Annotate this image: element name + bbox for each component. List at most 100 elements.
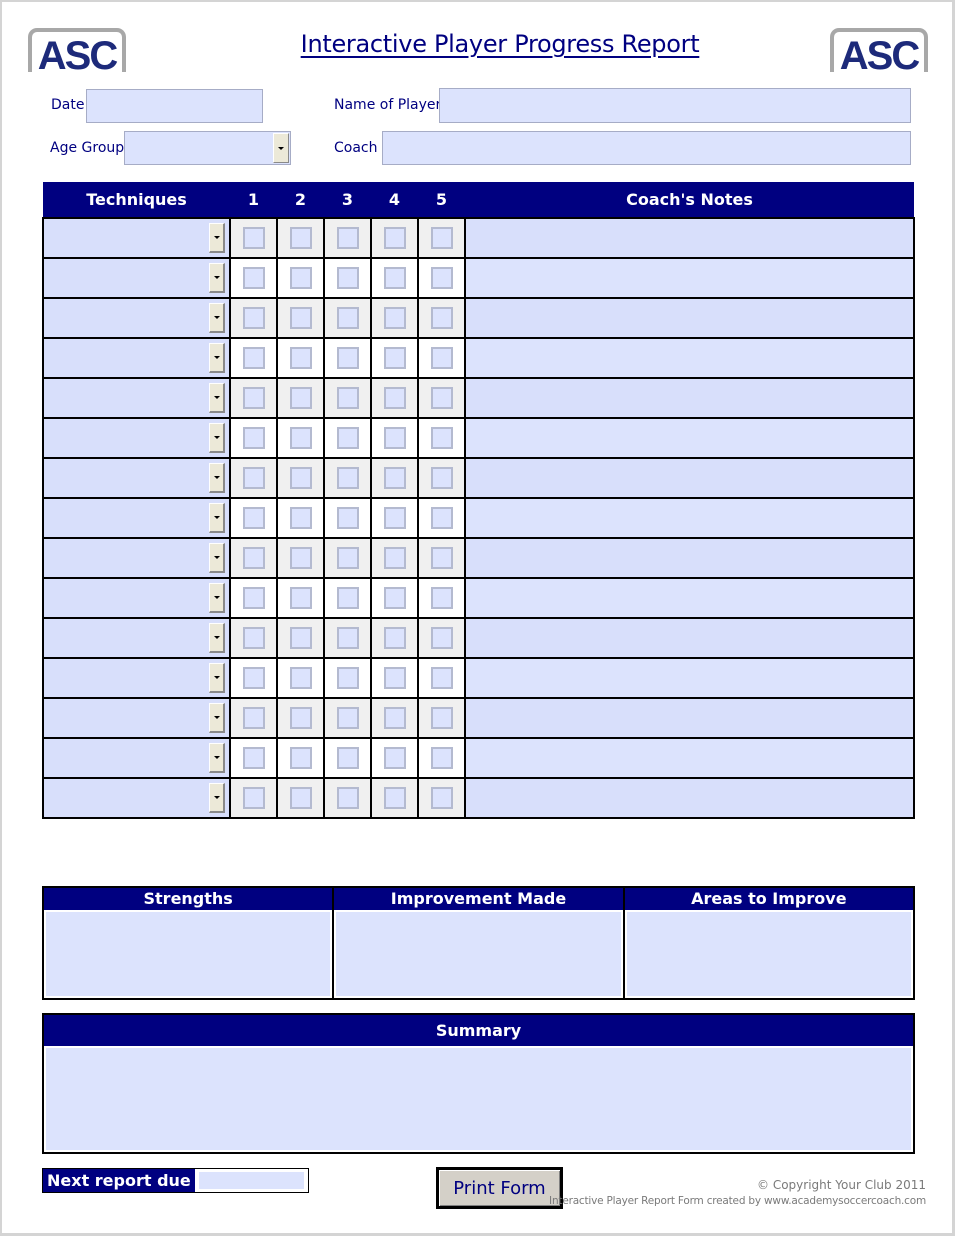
rating-checkbox-3[interactable]: [336, 387, 359, 409]
technique-dropdown-button[interactable]: [209, 703, 225, 733]
rating-checkbox-4[interactable]: [383, 347, 406, 369]
rating-checkbox-3[interactable]: [336, 747, 359, 769]
technique-dropdown-button[interactable]: [209, 263, 225, 293]
rating-checkbox-4[interactable]: [383, 387, 406, 409]
rating-checkbox-3[interactable]: [336, 587, 359, 609]
rating-checkbox-2[interactable]: [289, 707, 312, 729]
coach-notes-field[interactable]: [464, 737, 915, 779]
rating-checkbox-1[interactable]: [242, 667, 265, 689]
rating-checkbox-2[interactable]: [289, 467, 312, 489]
technique-dropdown-button[interactable]: [209, 223, 225, 253]
print-form-button[interactable]: Print Form: [436, 1167, 563, 1209]
technique-dropdown-button[interactable]: [209, 663, 225, 693]
technique-select[interactable]: [42, 457, 231, 499]
coach-notes-field[interactable]: [464, 657, 915, 699]
technique-select[interactable]: [42, 657, 231, 699]
technique-select[interactable]: [42, 377, 231, 419]
rating-checkbox-5[interactable]: [430, 467, 453, 489]
player-name-field[interactable]: [439, 88, 911, 123]
technique-select[interactable]: [42, 697, 231, 739]
technique-dropdown-button[interactable]: [209, 583, 225, 613]
rating-checkbox-4[interactable]: [383, 747, 406, 769]
technique-dropdown-button[interactable]: [209, 623, 225, 653]
rating-checkbox-5[interactable]: [430, 267, 453, 289]
rating-checkbox-2[interactable]: [289, 547, 312, 569]
technique-dropdown-button[interactable]: [209, 503, 225, 533]
technique-select[interactable]: [42, 577, 231, 619]
rating-checkbox-5[interactable]: [430, 547, 453, 569]
rating-checkbox-1[interactable]: [242, 227, 265, 249]
rating-checkbox-4[interactable]: [383, 507, 406, 529]
technique-select[interactable]: [42, 737, 231, 779]
next-report-due-field[interactable]: [198, 1172, 304, 1189]
rating-checkbox-1[interactable]: [242, 427, 265, 449]
rating-checkbox-5[interactable]: [430, 667, 453, 689]
rating-checkbox-3[interactable]: [336, 467, 359, 489]
rating-checkbox-4[interactable]: [383, 587, 406, 609]
technique-dropdown-button[interactable]: [209, 343, 225, 373]
rating-checkbox-4[interactable]: [383, 307, 406, 329]
rating-checkbox-1[interactable]: [242, 707, 265, 729]
rating-checkbox-2[interactable]: [289, 667, 312, 689]
rating-checkbox-2[interactable]: [289, 627, 312, 649]
rating-checkbox-2[interactable]: [289, 227, 312, 249]
summary-textarea[interactable]: [46, 1048, 911, 1150]
rating-checkbox-1[interactable]: [242, 307, 265, 329]
rating-checkbox-1[interactable]: [242, 467, 265, 489]
rating-checkbox-2[interactable]: [289, 307, 312, 329]
age-group-select[interactable]: [124, 131, 291, 165]
coach-notes-field[interactable]: [464, 297, 915, 339]
strengths-textarea[interactable]: [46, 912, 331, 996]
coach-notes-field[interactable]: [464, 337, 915, 379]
rating-checkbox-5[interactable]: [430, 307, 453, 329]
rating-checkbox-4[interactable]: [383, 227, 406, 249]
rating-checkbox-1[interactable]: [242, 787, 265, 809]
technique-select[interactable]: [42, 257, 231, 299]
rating-checkbox-1[interactable]: [242, 747, 265, 769]
rating-checkbox-5[interactable]: [430, 587, 453, 609]
technique-dropdown-button[interactable]: [209, 303, 225, 333]
coach-notes-field[interactable]: [464, 417, 915, 459]
coach-notes-field[interactable]: [464, 777, 915, 819]
technique-select[interactable]: [42, 297, 231, 339]
rating-checkbox-5[interactable]: [430, 787, 453, 809]
rating-checkbox-3[interactable]: [336, 307, 359, 329]
rating-checkbox-1[interactable]: [242, 267, 265, 289]
rating-checkbox-5[interactable]: [430, 627, 453, 649]
technique-select[interactable]: [42, 497, 231, 539]
technique-select[interactable]: [42, 217, 231, 259]
technique-select[interactable]: [42, 337, 231, 379]
rating-checkbox-5[interactable]: [430, 347, 453, 369]
rating-checkbox-4[interactable]: [383, 707, 406, 729]
technique-dropdown-button[interactable]: [209, 463, 225, 493]
rating-checkbox-5[interactable]: [430, 507, 453, 529]
rating-checkbox-3[interactable]: [336, 347, 359, 369]
improvement-made-textarea[interactable]: [336, 912, 621, 996]
rating-checkbox-3[interactable]: [336, 547, 359, 569]
rating-checkbox-2[interactable]: [289, 427, 312, 449]
coach-notes-field[interactable]: [464, 457, 915, 499]
rating-checkbox-4[interactable]: [383, 787, 406, 809]
rating-checkbox-4[interactable]: [383, 667, 406, 689]
technique-dropdown-button[interactable]: [209, 543, 225, 573]
rating-checkbox-1[interactable]: [242, 547, 265, 569]
rating-checkbox-2[interactable]: [289, 507, 312, 529]
rating-checkbox-2[interactable]: [289, 267, 312, 289]
areas-to-improve-textarea[interactable]: [626, 912, 911, 996]
technique-dropdown-button[interactable]: [209, 423, 225, 453]
rating-checkbox-3[interactable]: [336, 427, 359, 449]
coach-notes-field[interactable]: [464, 537, 915, 579]
coach-field[interactable]: [382, 131, 911, 165]
rating-checkbox-3[interactable]: [336, 627, 359, 649]
rating-checkbox-4[interactable]: [383, 467, 406, 489]
rating-checkbox-2[interactable]: [289, 747, 312, 769]
technique-dropdown-button[interactable]: [209, 783, 225, 813]
technique-select[interactable]: [42, 617, 231, 659]
age-group-dropdown-button[interactable]: [273, 133, 289, 163]
rating-checkbox-3[interactable]: [336, 227, 359, 249]
rating-checkbox-1[interactable]: [242, 507, 265, 529]
date-field[interactable]: [86, 89, 263, 123]
rating-checkbox-1[interactable]: [242, 387, 265, 409]
coach-notes-field[interactable]: [464, 257, 915, 299]
technique-select[interactable]: [42, 777, 231, 819]
